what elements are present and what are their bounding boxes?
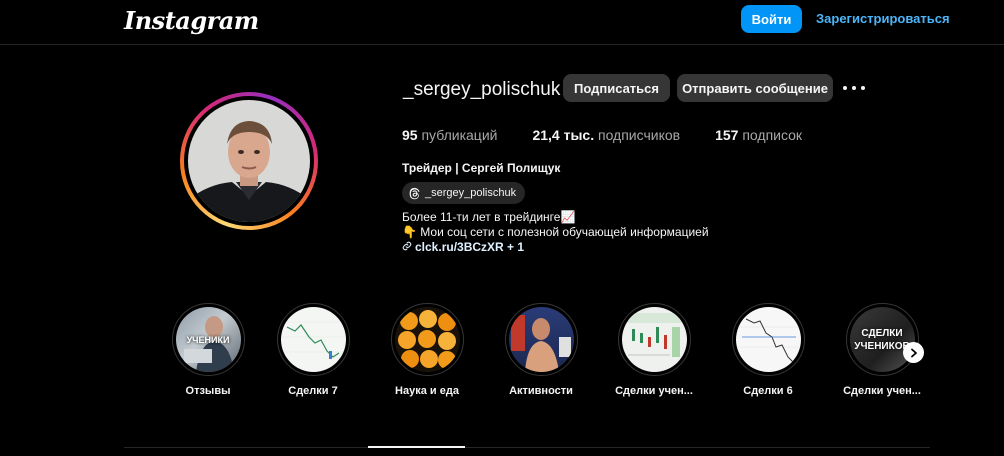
profile-stats: 95 публикаций 21,4 тыс. подписчиков 157 … (402, 127, 837, 143)
posts-stat: 95 публикаций (402, 127, 498, 143)
active-tab-indicator (368, 446, 465, 448)
bio-line: Более 11-ти лет в трейдинге📈 (402, 210, 576, 224)
login-button[interactable]: Войти (741, 5, 802, 33)
followers-stat[interactable]: 21,4 тыс. подписчиков (532, 127, 680, 143)
highlight-cover (621, 307, 687, 372)
profile-full-name: Трейдер | Сергей Полищук (402, 161, 561, 175)
bio-link-text[interactable]: clck.ru/3BCzXR + 1 (415, 240, 524, 255)
threads-badge[interactable]: _sergey_polischuk (402, 182, 526, 204)
profile-avatar-story-ring[interactable] (180, 92, 318, 230)
link-icon (402, 240, 412, 255)
signup-link[interactable]: Зарегистрироваться (816, 11, 950, 26)
highlight-label: Сделки учен... (843, 385, 921, 397)
highlight-item[interactable]: Сделки 7 (268, 303, 358, 397)
tabs-divider (124, 447, 930, 448)
highlight-label: Наука и еда (395, 385, 459, 397)
highlight-item[interactable]: Сделки 6 (723, 303, 813, 397)
threads-handle: _sergey_polischuk (425, 187, 517, 199)
highlight-label: Отзывы (185, 385, 231, 397)
highlight-item[interactable]: Сделки учен... (609, 303, 699, 397)
highlight-cover (394, 307, 460, 372)
highlights-next-button[interactable] (903, 342, 924, 363)
highlight-overlay-text: УЧЕНИКИ (186, 334, 230, 345)
highlight-label: Сделки 6 (743, 385, 793, 397)
highlight-label: Активности (509, 385, 573, 397)
chevron-right-icon (910, 348, 917, 357)
highlight-label: Сделки учен... (615, 385, 693, 397)
highlight-cover (735, 307, 801, 372)
top-bar: Instagram Войти Зарегистрироваться (0, 0, 1004, 45)
bio-line: 👇 Мои соц сети с полезной обучающей инфо… (402, 225, 709, 239)
highlight-cover (508, 307, 574, 372)
highlight-cover (280, 307, 346, 372)
avatar (188, 100, 310, 222)
highlight-item[interactable]: УЧЕНИКИ Отзывы (163, 303, 253, 397)
highlight-cover: УЧЕНИКИ (175, 307, 241, 372)
follow-button[interactable]: Подписаться (563, 74, 670, 102)
following-stat[interactable]: 157 подписок (715, 127, 802, 143)
send-message-button[interactable]: Отправить сообщение (677, 74, 833, 102)
more-options-icon[interactable] (843, 76, 865, 100)
profile-username: _sergey_polischuk (403, 79, 561, 100)
highlight-item[interactable]: Наука и еда (382, 303, 472, 397)
highlight-label: Сделки 7 (288, 385, 338, 397)
profile-bio: Более 11-ти лет в трейдинге📈 👇 Мои соц с… (402, 210, 709, 255)
bio-link[interactable]: clck.ru/3BCzXR + 1 (402, 240, 709, 255)
highlight-cover: СДЕЛКИ УЧЕНИКОВ (849, 307, 915, 372)
highlight-item[interactable]: Активности (496, 303, 586, 397)
threads-icon (409, 187, 420, 199)
instagram-logo[interactable]: Instagram (124, 6, 259, 35)
